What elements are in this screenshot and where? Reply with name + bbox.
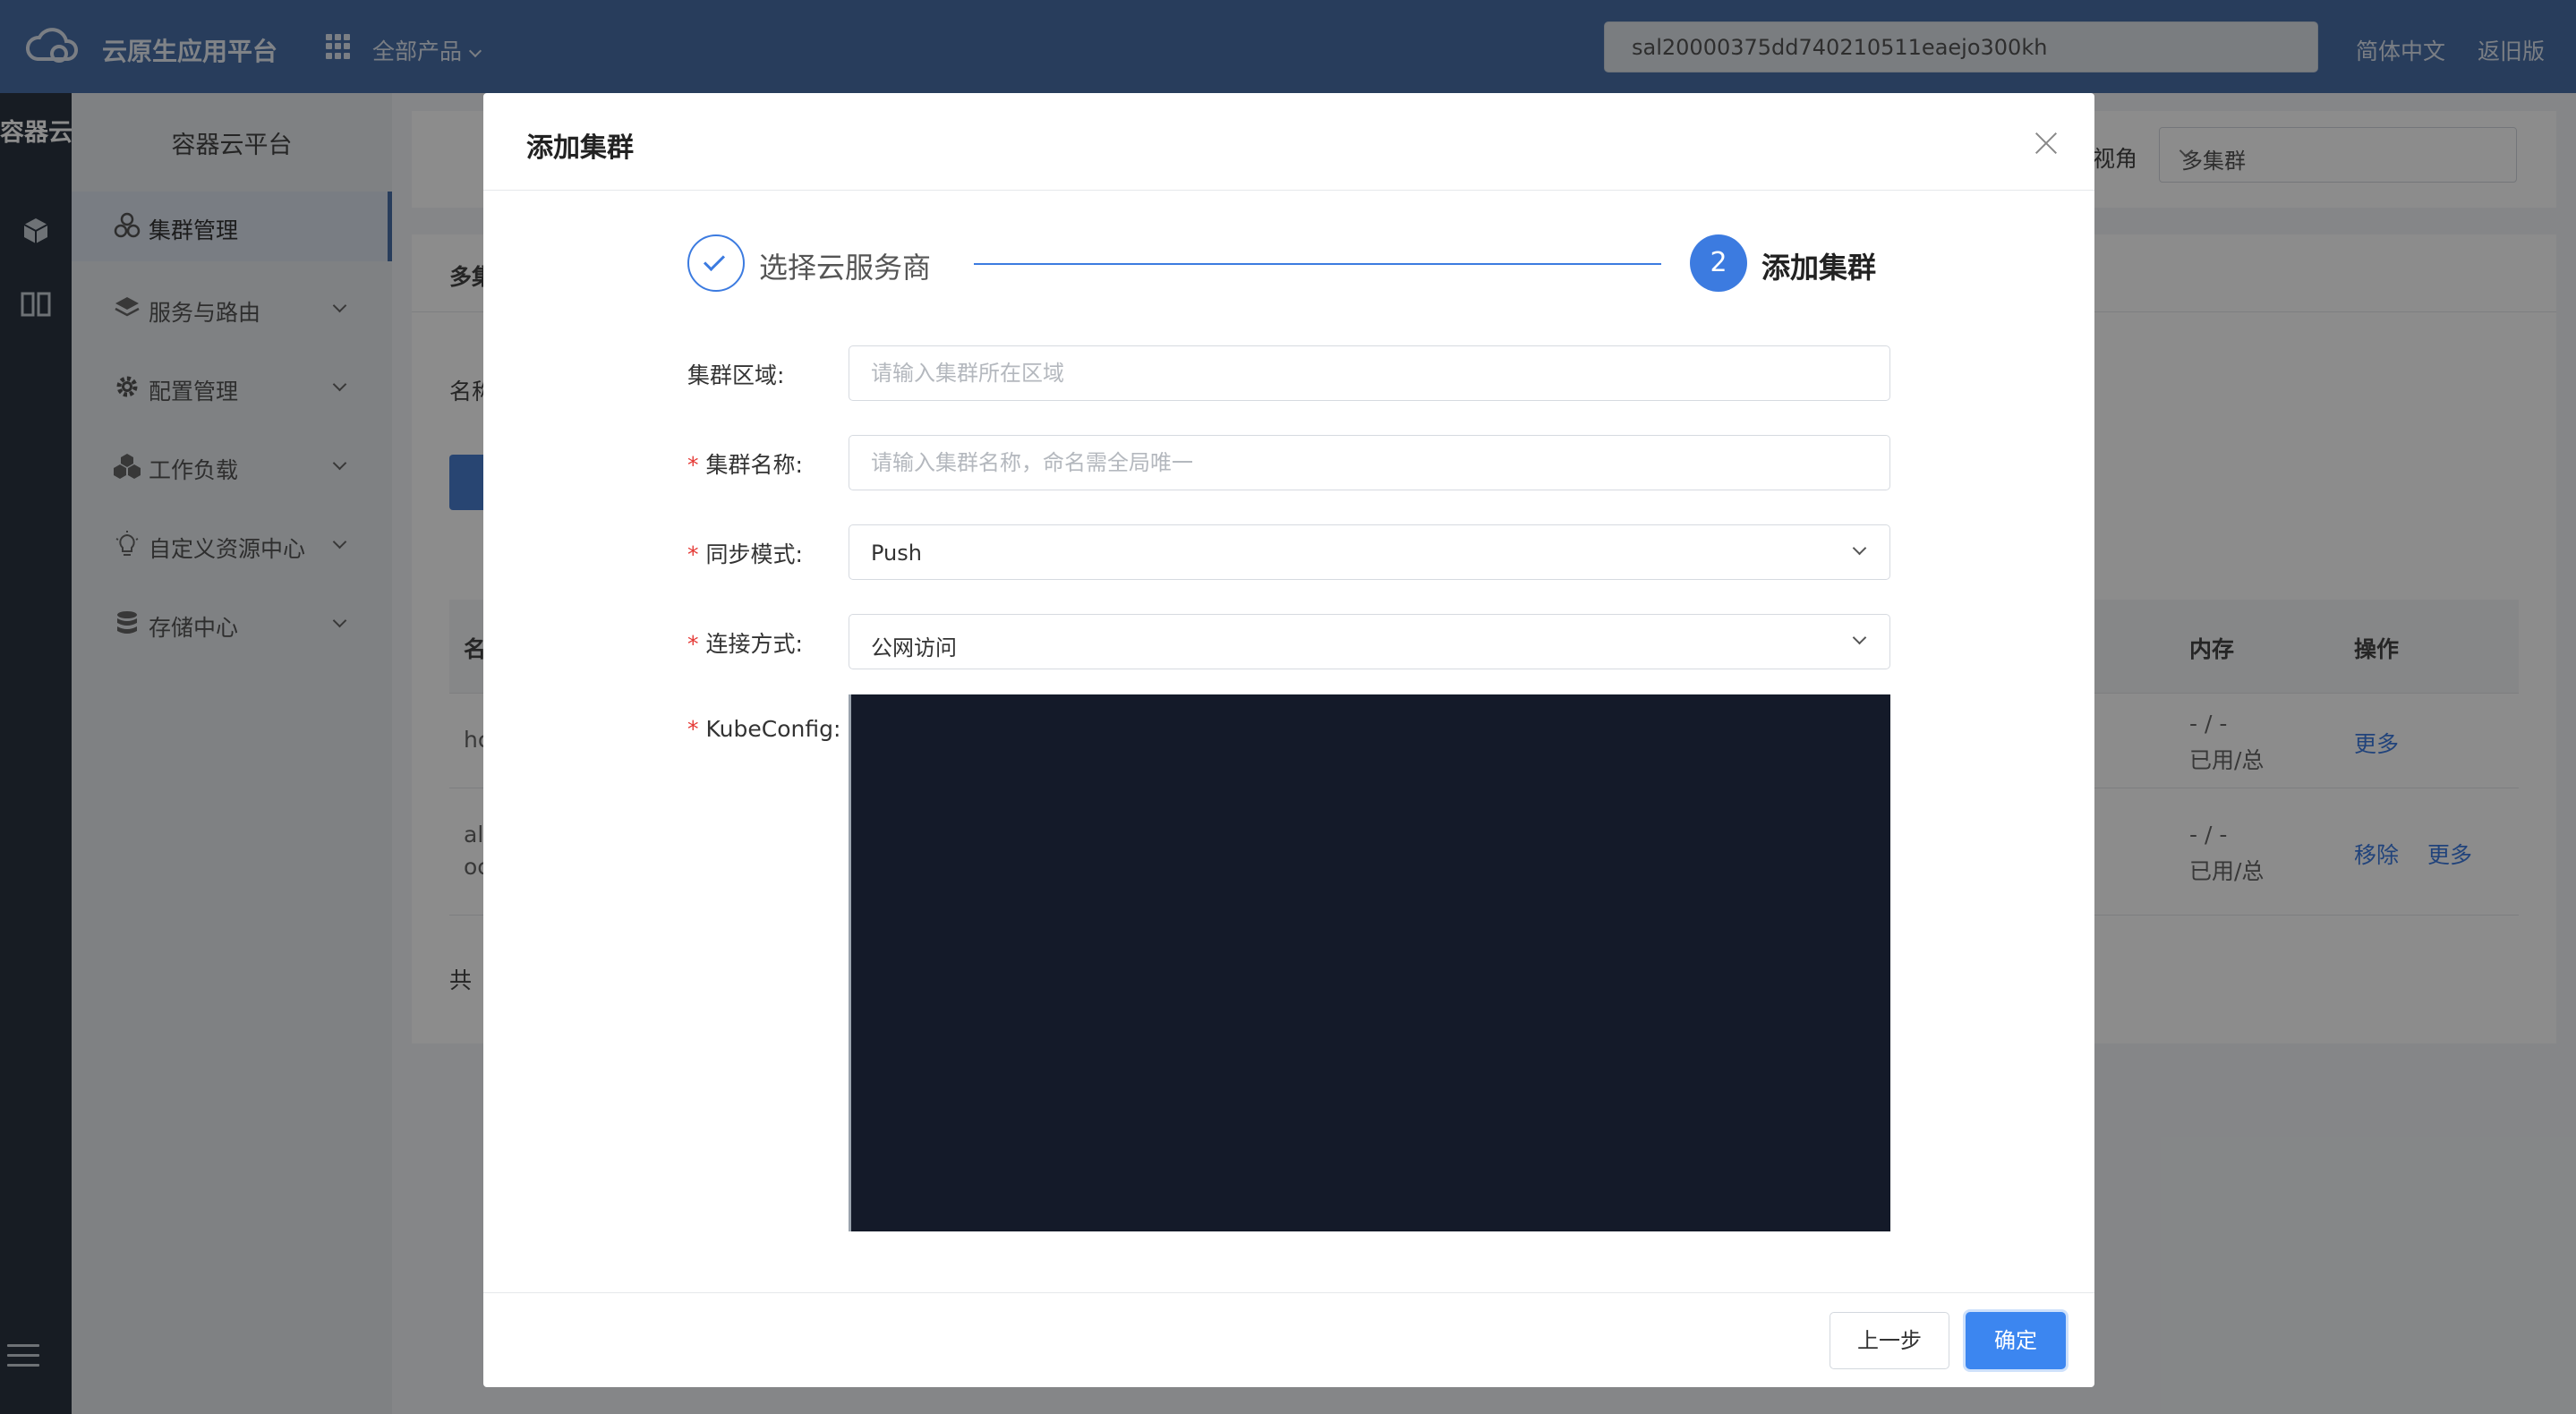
add-cluster-modal: 添加集群 选择云服务商 2 添加集群 集群区域: *集群名称: *同步模式: P… [483, 93, 2094, 1387]
sync-mode-select[interactable]: Push [849, 524, 1890, 580]
kubeconfig-editor[interactable] [849, 694, 1890, 1231]
step-1-label: 选择云服务商 [759, 251, 932, 285]
cluster-name-label: * 集群名称: [687, 447, 803, 480]
confirm-button[interactable]: 确定 [1966, 1312, 2066, 1369]
required-asterisk: * [687, 452, 699, 478]
region-label: 集群区域: [687, 362, 785, 388]
check-icon [703, 249, 726, 272]
required-asterisk: * [687, 541, 699, 567]
kubeconfig-label: * KubeConfig: [687, 716, 840, 742]
cluster-name-label-text: 集群名称: [705, 452, 803, 478]
modal-footer-divider [483, 1292, 2094, 1293]
required-asterisk: * [687, 631, 699, 657]
sync-mode-value: Push [871, 541, 922, 566]
step-2-indicator: 2 [1690, 234, 1747, 292]
sync-mode-label: * 同步模式: [687, 537, 803, 569]
sync-mode-label-text: 同步模式: [705, 541, 803, 567]
step-2-label: 添加集群 [1761, 251, 1877, 285]
step-1-indicator [687, 234, 745, 292]
close-icon[interactable] [2032, 129, 2060, 158]
chevron-down-icon [1852, 541, 1867, 556]
required-asterisk: * [687, 716, 699, 742]
connection-method-label-text: 连接方式: [705, 631, 803, 657]
region-input[interactable] [849, 345, 1890, 401]
cluster-name-input[interactable] [849, 435, 1890, 490]
modal-title: 添加集群 [526, 132, 634, 164]
connection-method-select[interactable]: 公网访问 [849, 614, 1890, 669]
modal-header-divider [483, 190, 2094, 191]
previous-step-button[interactable]: 上一步 [1830, 1312, 1949, 1369]
connection-method-value: 公网访问 [871, 635, 957, 660]
kubeconfig-label-text: KubeConfig: [705, 716, 841, 742]
step-connector [974, 263, 1661, 265]
chevron-down-icon [1852, 630, 1867, 645]
connection-method-label: * 连接方式: [687, 626, 803, 659]
